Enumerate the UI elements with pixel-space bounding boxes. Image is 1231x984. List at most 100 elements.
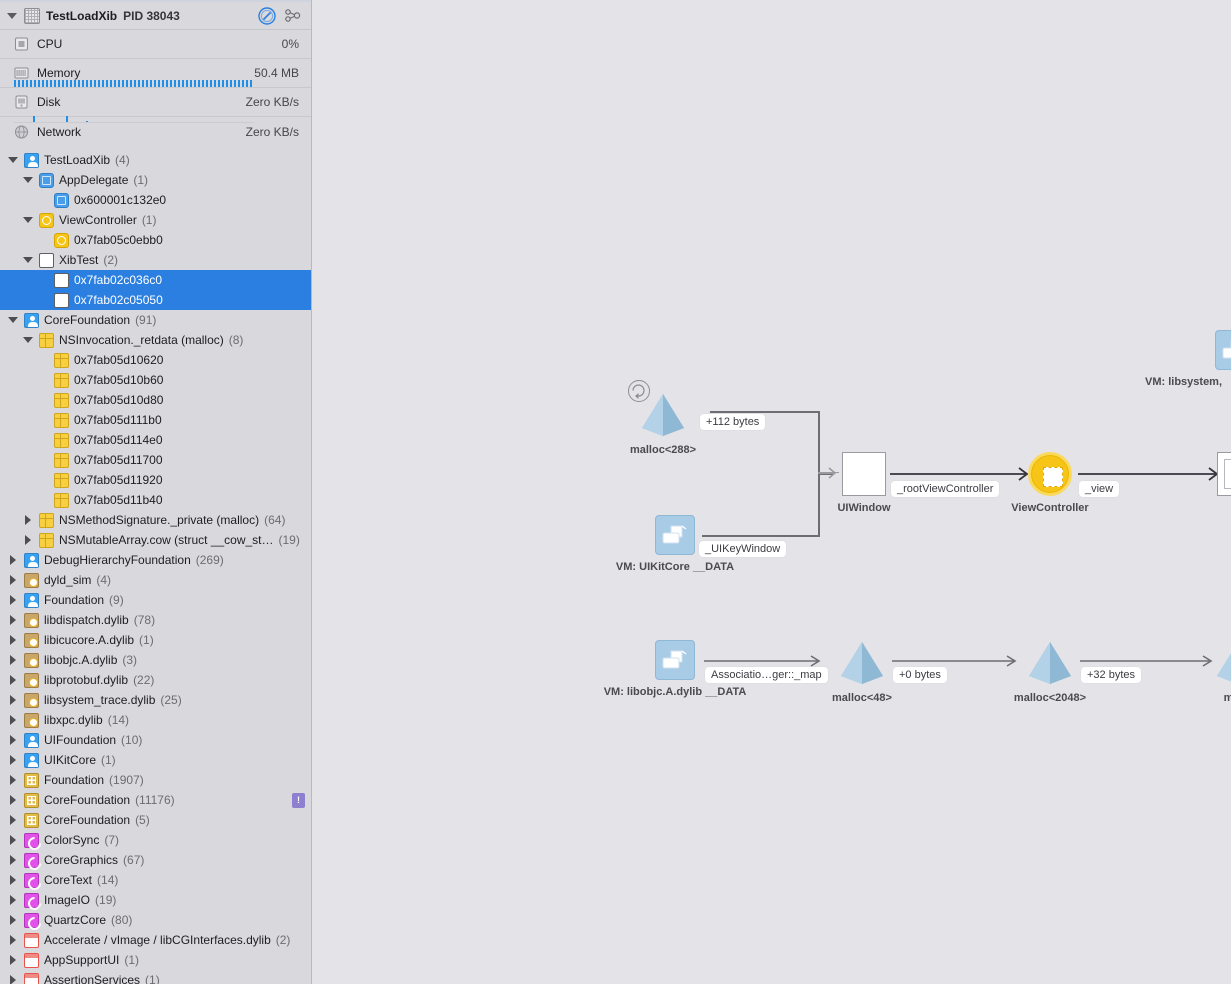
tree-row[interactable]: AssertionServices (1) <box>0 970 311 984</box>
disclosure-triangle-icon[interactable] <box>8 634 19 646</box>
tree-row[interactable]: libsystem_trace.dylib (25) <box>0 690 311 710</box>
disclosure-triangle-icon[interactable] <box>8 594 19 606</box>
tree-row[interactable]: NSMutableArray.cow (struct __cow_st… (19) <box>0 530 311 550</box>
disclosure-triangle-icon[interactable] <box>8 814 19 826</box>
graph-node-vm-libsystem[interactable]: VM: libsystem, <box>1145 330 1231 388</box>
graph-node-vm-uikitcore[interactable]: VM: UIKitCore __DATA <box>616 515 734 573</box>
disclosure-triangle-icon[interactable] <box>8 894 19 906</box>
graph-node-malloc288[interactable]: malloc<288> <box>628 380 696 456</box>
tree-row[interactable]: libobjc.A.dylib (3) <box>0 650 311 670</box>
process-header-row[interactable]: TestLoadXib PID 38043 <box>0 2 311 30</box>
dylib-icon <box>24 632 39 648</box>
tree-row[interactable]: Foundation (9) <box>0 590 311 610</box>
memory-graph-icon[interactable] <box>283 6 303 26</box>
debug-view-hierarchy-icon[interactable] <box>257 6 277 26</box>
disclosure-triangle-icon[interactable] <box>23 255 34 266</box>
tree-row-label: AppDelegate <box>59 173 129 187</box>
tree-row[interactable]: DebugHierarchyFoundation (269) <box>0 550 311 570</box>
graph-node-malloc48[interactable]: malloc<48> <box>832 640 892 704</box>
disclosure-triangle-icon[interactable] <box>8 834 19 846</box>
disclosure-triangle-icon[interactable] <box>8 914 19 926</box>
tree-row[interactable]: ColorSync (7) <box>0 830 311 850</box>
memory-graph-debugger: TestLoadXib PID 38043 CPU 0% Memory 50.4… <box>0 0 1231 984</box>
disclosure-triangle-icon[interactable] <box>8 574 19 586</box>
tree-row[interactable]: ViewController (1) <box>0 210 311 230</box>
tree-row[interactable]: CoreFoundation (91) <box>0 310 311 330</box>
tree-row[interactable]: 0x7fab05d11b40 <box>0 490 311 510</box>
tree-row[interactable]: CoreFoundation (5) <box>0 810 311 830</box>
tree-row[interactable]: libprotobuf.dylib (22) <box>0 670 311 690</box>
tree-row[interactable]: UIFoundation (10) <box>0 730 311 750</box>
disclosure-triangle-icon[interactable] <box>8 554 19 566</box>
tree-row[interactable]: libxpc.dylib (14) <box>0 710 311 730</box>
disclosure-triangle-icon[interactable] <box>8 774 19 786</box>
tree-row[interactable]: AppSupportUI (1) <box>0 950 311 970</box>
disclosure-triangle-icon[interactable] <box>23 514 34 526</box>
memory-object-tree[interactable]: TestLoadXib (4) AppDelegate (1) 0x600001c132… <box>0 150 311 984</box>
tree-row-label: libxpc.dylib <box>44 713 103 727</box>
gauge-row-network[interactable]: Network Zero KB/s <box>0 117 311 146</box>
tree-row[interactable]: QuartzCore (80) <box>0 910 311 930</box>
tree-row[interactable]: AppDelegate (1) <box>0 170 311 190</box>
tree-row[interactable]: TestLoadXib (4) <box>0 150 311 170</box>
tree-row[interactable]: Accelerate / vImage / libCGInterfaces.dy… <box>0 930 311 950</box>
graph-node-uiview-right[interactable]: UI <box>1217 452 1231 496</box>
gauge-row-cpu[interactable]: CPU 0% <box>0 30 311 59</box>
tree-row-badge[interactable]: ! <box>292 792 305 808</box>
disclosure-triangle-icon[interactable] <box>23 215 34 226</box>
graph-node-malloc2048[interactable]: malloc<2048> <box>1014 640 1086 704</box>
tree-row[interactable]: 0x600001c132e0 <box>0 190 311 210</box>
tree-row[interactable]: XibTest (2) <box>0 250 311 270</box>
tree-row[interactable]: 0x7fab05d10b60 <box>0 370 311 390</box>
malloc-icon <box>54 452 69 468</box>
tree-row[interactable]: NSInvocation._retdata (malloc) (8) <box>0 330 311 350</box>
graph-node-uiwindow[interactable]: UIWindow <box>837 452 891 514</box>
tree-row[interactable]: libdispatch.dylib (78) <box>0 610 311 630</box>
graph-node-viewcontroller[interactable]: ViewController <box>1011 452 1089 514</box>
graph-node-malloc-right[interactable]: mallo <box>1215 640 1231 704</box>
tree-row[interactable]: 0x7fab05d11920 <box>0 470 311 490</box>
disclosure-triangle-icon[interactable] <box>8 954 19 966</box>
disclosure-triangle-icon[interactable] <box>8 614 19 626</box>
tree-row[interactable]: 0x7fab05d111b0 <box>0 410 311 430</box>
tree-row[interactable]: NSMethodSignature._private (malloc) (64) <box>0 510 311 530</box>
gauge-row-memory[interactable]: Memory 50.4 MB <box>0 59 311 88</box>
disclosure-triangle-icon[interactable] <box>23 175 34 186</box>
tree-row[interactable]: 0x7fab02c036c0 <box>0 270 311 290</box>
disclosure-triangle-icon[interactable] <box>23 335 34 346</box>
disclosure-triangle-icon[interactable] <box>8 714 19 726</box>
tree-row[interactable]: UIKitCore (1) <box>0 750 311 770</box>
tree-row[interactable]: 0x7fab05c0ebb0 <box>0 230 311 250</box>
tree-row[interactable]: CoreFoundation (11176)! <box>0 790 311 810</box>
graph-node-vm-libobjc[interactable]: VM: libobjc.A.dylib __DATA <box>604 640 746 698</box>
disclosure-triangle-icon[interactable] <box>8 155 19 166</box>
disclosure-triangle-icon[interactable] <box>8 874 19 886</box>
tree-row[interactable]: CoreText (14) <box>0 870 311 890</box>
disclosure-triangle-icon[interactable] <box>8 794 19 806</box>
disclosure-triangle-icon[interactable] <box>23 534 34 546</box>
disclosure-triangle-process[interactable] <box>6 10 18 22</box>
memory-graph-canvas[interactable]: malloc<288> VM: UIKitCore __DATA +112 by… <box>312 0 1231 984</box>
tree-row[interactable]: 0x7fab05d10620 <box>0 350 311 370</box>
tree-row[interactable]: ImageIO (19) <box>0 890 311 910</box>
tree-row[interactable]: CoreGraphics (67) <box>0 850 311 870</box>
tree-row[interactable]: dyld_sim (4) <box>0 570 311 590</box>
tree-row[interactable]: 0x7fab05d114e0 <box>0 430 311 450</box>
disclosure-triangle-icon[interactable] <box>8 974 19 984</box>
disclosure-triangle-icon[interactable] <box>8 754 19 766</box>
tree-row[interactable]: 0x7fab02c05050 <box>0 290 311 310</box>
tree-row[interactable]: Foundation (1907) <box>0 770 311 790</box>
disclosure-triangle-icon[interactable] <box>8 654 19 666</box>
tree-row[interactable]: 0x7fab05d10d80 <box>0 390 311 410</box>
disclosure-triangle-icon[interactable] <box>8 934 19 946</box>
disclosure-triangle-icon[interactable] <box>8 674 19 686</box>
gauge-value-memory: 50.4 MB <box>254 66 299 80</box>
gauge-row-disk[interactable]: Disk Zero KB/s <box>0 88 311 123</box>
disclosure-triangle-icon[interactable] <box>8 315 19 326</box>
disclosure-triangle-icon[interactable] <box>8 694 19 706</box>
disclosure-triangle-icon[interactable] <box>8 734 19 746</box>
disclosure-triangle-icon[interactable] <box>8 854 19 866</box>
tree-row[interactable]: 0x7fab05d11700 <box>0 450 311 470</box>
tree-row[interactable]: libicucore.A.dylib (1) <box>0 630 311 650</box>
